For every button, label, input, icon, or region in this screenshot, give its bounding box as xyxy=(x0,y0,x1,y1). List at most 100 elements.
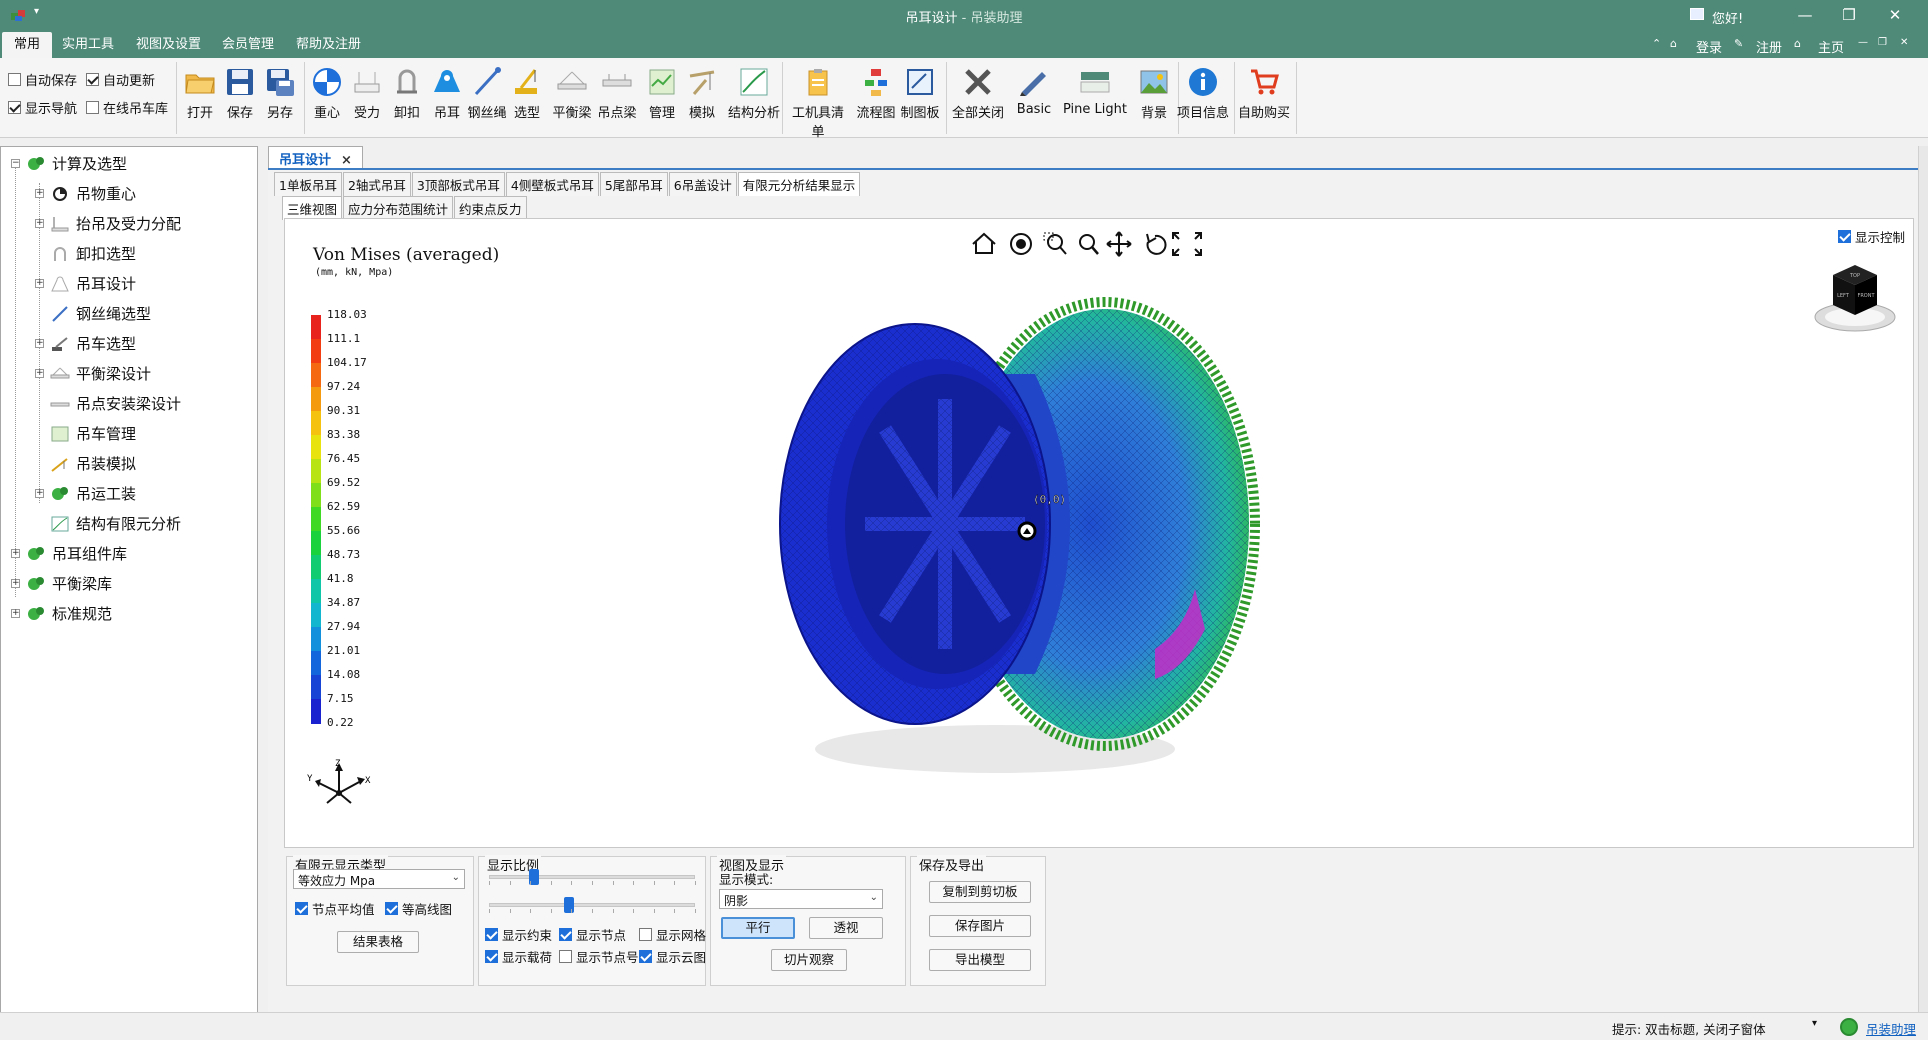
fea-model-render[interactable]: (0,0) xyxy=(765,279,1285,779)
show-control-check-box[interactable] xyxy=(1838,230,1851,243)
collapse-icon[interactable]: − xyxy=(11,159,20,168)
homepage-link[interactable]: 主页 xyxy=(1818,37,1844,56)
tab-tail[interactable]: 5尾部吊耳 xyxy=(599,172,668,196)
tab-side-plate[interactable]: 4侧壁板式吊耳 xyxy=(505,172,599,196)
collapse-ribbon-icon[interactable]: ⌃ xyxy=(1652,37,1661,50)
expand-icon[interactable]: + xyxy=(35,369,44,378)
expand-icon[interactable]: + xyxy=(35,339,44,348)
save-image-button[interactable]: 保存图片 xyxy=(929,915,1031,937)
show-nav-checkbox[interactable]: 显示导航 xyxy=(8,98,77,117)
background-button[interactable]: 背景 xyxy=(1134,66,1174,121)
contour-check-box[interactable] xyxy=(385,902,398,915)
menu-view-settings[interactable]: 视图及设置 xyxy=(124,32,213,58)
tree-item-tandem-lift[interactable]: + 抬吊及受力分配 xyxy=(35,213,181,234)
scale-slider-1-track[interactable] xyxy=(489,875,695,879)
show-constraint-checkbox[interactable]: 显示约束 xyxy=(485,925,552,944)
flowchart-button[interactable]: 流程图 xyxy=(856,66,896,121)
pan-icon[interactable] xyxy=(1106,231,1132,257)
doc-tab-lug-design[interactable]: 吊耳设计 × xyxy=(268,146,363,168)
show-control-checkbox[interactable]: 显示控制 xyxy=(1838,227,1905,246)
auto-save-checkbox[interactable]: 自动保存 xyxy=(8,70,77,89)
expand-icon[interactable]: + xyxy=(35,219,44,228)
fullscreen-icon[interactable] xyxy=(1172,232,1202,256)
drawing-board-button[interactable]: 制图板 xyxy=(898,66,942,121)
menu-common[interactable]: 常用 xyxy=(2,32,53,58)
show-node-number-checkbox[interactable]: 显示节点号 xyxy=(559,947,639,966)
home-icon[interactable]: ⌂ xyxy=(1670,37,1677,50)
tree-node-beam-library[interactable]: + 平衡梁库 xyxy=(11,573,112,594)
show-contour-plot-check-box[interactable] xyxy=(639,950,652,963)
self-purchase-button[interactable]: 自助购买 xyxy=(1236,66,1292,121)
tree-item-install-beam[interactable]: 吊点安装梁设计 xyxy=(50,393,181,414)
expand-icon[interactable]: + xyxy=(35,279,44,288)
expand-icon[interactable]: + xyxy=(11,609,20,618)
auto-update-checkbox[interactable]: 自动更新 xyxy=(86,70,155,89)
simulate-button[interactable]: 模拟 xyxy=(682,66,722,121)
show-constraint-check-box[interactable] xyxy=(485,928,498,941)
mdi-minimize-icon[interactable]: — xyxy=(1858,37,1868,48)
navigation-cube[interactable]: TOP LEFT FRONT xyxy=(1805,247,1905,343)
tree-item-lift-simulate[interactable]: 吊装模拟 xyxy=(50,453,136,474)
close-all-button[interactable]: 全部关闭 xyxy=(950,66,1006,121)
display-mode-select[interactable]: 阴影 ⌄ xyxy=(719,889,883,909)
show-node-check-box[interactable] xyxy=(559,928,572,941)
expand-icon[interactable]: + xyxy=(11,579,20,588)
3d-viewport[interactable]: Von Mises (averaged) (mm, kN, Mpa) 显示控制 … xyxy=(284,218,1914,848)
tab-3d-view[interactable]: 三维视图 xyxy=(282,196,343,220)
show-load-check-box[interactable] xyxy=(485,950,498,963)
show-contour-plot-checkbox[interactable]: 显示云图 xyxy=(639,947,706,966)
tree-item-center-of-gravity[interactable]: + 吊物重心 xyxy=(35,183,136,204)
tool-list-button[interactable]: 工机具清单 xyxy=(788,66,848,140)
project-info-button[interactable]: 项目信息 xyxy=(1172,66,1234,121)
pine-light-theme-button[interactable]: Pine Light xyxy=(1060,66,1130,117)
export-model-button[interactable]: 导出模型 xyxy=(929,949,1031,971)
expand-icon[interactable]: + xyxy=(35,189,44,198)
basic-theme-button[interactable]: Basic xyxy=(1012,66,1056,117)
register-link[interactable]: 注册 xyxy=(1756,37,1782,56)
tree-item-crane-manage[interactable]: 吊车管理 xyxy=(50,423,136,444)
mdi-close-icon[interactable]: ✕ xyxy=(1900,37,1908,48)
close-button[interactable]: ✕ xyxy=(1880,4,1910,26)
copy-clipboard-button[interactable]: 复制到剪切板 xyxy=(929,881,1031,903)
open-button[interactable]: 打开 xyxy=(180,66,220,121)
tree-item-transport-tooling[interactable]: + 吊运工装 xyxy=(35,483,136,504)
tree-item-lug-design[interactable]: + 吊耳设计 xyxy=(35,273,136,294)
tab-cover[interactable]: 6吊盖设计 xyxy=(668,172,737,196)
tree-item-wire-rope[interactable]: 钢丝绳选型 xyxy=(50,303,151,324)
rotate-icon[interactable] xyxy=(1146,233,1167,255)
menu-help[interactable]: 帮助及注册 xyxy=(284,32,373,58)
slice-view-button[interactable]: 切片观察 xyxy=(771,949,847,971)
save-as-button[interactable]: 另存 xyxy=(260,66,300,121)
node-average-checkbox[interactable]: 节点平均值 xyxy=(295,899,375,918)
balance-beam-button[interactable]: 平衡梁 xyxy=(552,66,592,121)
tab-reactions[interactable]: 约束点反力 xyxy=(454,196,527,220)
auto-update-check-box[interactable] xyxy=(86,73,99,86)
parallel-projection-button[interactable]: 平行 xyxy=(721,917,795,939)
minimize-button[interactable]: — xyxy=(1790,4,1820,26)
tab-fea-results[interactable]: 有限元分析结果显示 xyxy=(737,172,861,196)
zoom-window-icon[interactable] xyxy=(1043,232,1067,255)
wire-rope-button[interactable]: 钢丝绳 xyxy=(467,66,507,121)
contour-checkbox[interactable]: 等高线图 xyxy=(385,899,452,918)
shackle-button[interactable]: 卸扣 xyxy=(387,66,427,121)
tree-item-fea[interactable]: 结构有限元分析 xyxy=(50,513,181,534)
show-load-checkbox[interactable]: 显示载荷 xyxy=(485,947,552,966)
tree-node-lug-library[interactable]: + 吊耳组件库 xyxy=(11,543,127,564)
mdi-restore-icon[interactable]: ❐ xyxy=(1878,37,1887,48)
expand-icon[interactable]: + xyxy=(35,489,44,498)
tab-single-plate[interactable]: 1单板吊耳 xyxy=(274,172,342,196)
tab-stress-stats[interactable]: 应力分布范围统计 xyxy=(343,196,454,220)
menu-tools[interactable]: 实用工具 xyxy=(50,32,126,58)
scale-slider-2-track[interactable] xyxy=(489,903,695,907)
tree-item-crane-select[interactable]: + 吊车选型 xyxy=(35,333,136,354)
result-table-button[interactable]: 结果表格 xyxy=(337,931,419,953)
assistant-link[interactable]: 吊装助理 xyxy=(1866,1019,1916,1038)
login-link[interactable]: 登录 xyxy=(1696,37,1722,56)
lifting-point-beam-button[interactable]: 吊点梁 xyxy=(597,66,637,121)
show-nav-check-box[interactable] xyxy=(8,101,21,114)
tree-item-balance-beam[interactable]: + 平衡梁设计 xyxy=(35,363,151,384)
show-mesh-checkbox[interactable]: 显示网格 xyxy=(639,925,706,944)
orbit-icon[interactable] xyxy=(1010,233,1032,255)
save-button[interactable]: 保存 xyxy=(220,66,260,121)
stress-type-select[interactable]: 等效应力 Mpa ⌄ xyxy=(293,869,465,889)
